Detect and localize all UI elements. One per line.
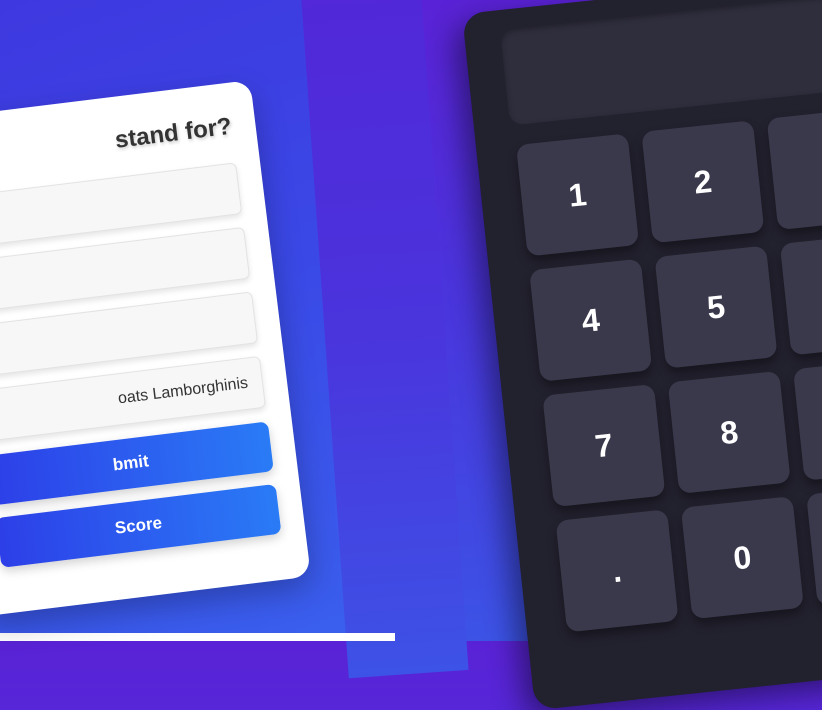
calculator-display	[499, 0, 822, 126]
quiz-option-label: oats Lamborghinis	[117, 374, 249, 408]
calc-key-8[interactable]: 8	[667, 370, 791, 494]
bottom-strip	[0, 633, 395, 641]
calculator: 1 2 4 5 7 8 . 0	[462, 0, 822, 710]
quiz-question: stand for?	[113, 112, 234, 154]
calc-key-2[interactable]: 2	[641, 120, 765, 244]
calc-key-0[interactable]: 0	[680, 496, 804, 620]
calc-key-4[interactable]: 4	[529, 258, 653, 382]
calc-key-6[interactable]	[779, 232, 822, 356]
calc-key-5[interactable]: 5	[654, 245, 778, 369]
calc-key-9[interactable]	[792, 357, 822, 481]
calc-key-1[interactable]: 1	[515, 133, 640, 257]
calc-key-3[interactable]	[766, 107, 822, 231]
calc-key-equals[interactable]	[806, 482, 822, 607]
calc-key-decimal[interactable]: .	[555, 509, 679, 633]
calc-key-7[interactable]: 7	[542, 383, 666, 508]
